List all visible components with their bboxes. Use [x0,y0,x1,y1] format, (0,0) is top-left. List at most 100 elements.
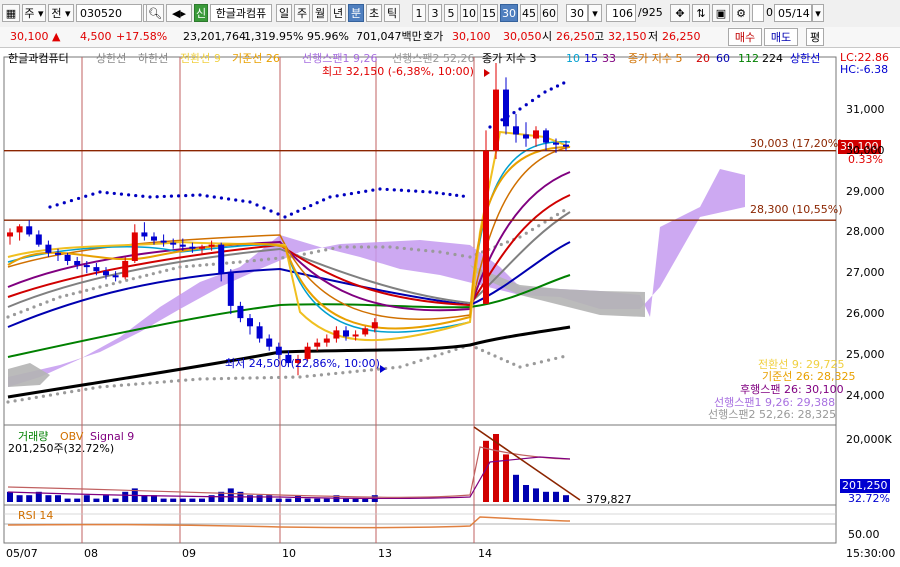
zoom-icon[interactable]: ▣ [712,4,730,22]
chart-menu-icon[interactable]: ▦ [2,4,20,22]
period-button-0[interactable]: 일 [276,4,292,22]
high-marker-icon [484,69,490,77]
interval-dropdown-icon[interactable]: ▾ [588,4,602,22]
band-dot [284,375,288,379]
candle-body [493,89,499,151]
band-dot [55,203,59,207]
buy-button[interactable]: 매수 [728,28,762,46]
band-dot [76,196,81,201]
x-axis-label: 05/07 [6,547,38,560]
stock-name: 한글과컴퓨 [210,4,272,22]
band-dot [71,292,75,296]
band-dot [447,350,451,354]
band-dot [555,84,560,88]
candle-body [160,240,167,243]
candle-body [563,144,569,147]
band-dot [6,315,10,319]
band-dot [65,293,69,297]
band-dot [145,273,149,277]
ichimoku-lead2-value: 선행스팬2 52,26: 28,325 [708,408,837,421]
period-button-3[interactable]: 년 [330,4,346,22]
band-dot [448,192,452,197]
band-dot [77,388,81,393]
volume-current-pct: 32.72% [848,492,890,505]
period-button-6[interactable]: 틱 [384,4,400,22]
date-input[interactable]: 05/14 [774,4,812,22]
volume-bar [256,495,263,502]
band-dot [34,395,38,399]
high-annotation: 최고 32,150 (-6,38%, 10:00) [322,65,474,78]
code-input[interactable]: 030520 [76,4,142,22]
period-button-5[interactable]: 초 [366,4,382,22]
candle-body [513,126,519,135]
band-dot [381,245,385,249]
band-dot [441,192,445,196]
speaker-icon[interactable]: ◀▸ [166,4,192,22]
chart-tool-icon[interactable]: ✥ [670,4,690,22]
candle-body [55,252,61,255]
volume-bar [227,488,234,502]
sell-button[interactable]: 매도 [764,28,798,46]
type-select[interactable]: 주 ▾ [22,4,46,22]
volume-bar [122,491,129,502]
band-dot [281,256,285,260]
band-dot [505,240,510,244]
period-button-4[interactable]: 분 [348,4,364,22]
band-dot [480,348,485,353]
low-annotation: 최저 24,500 (22,86%, 10:00) [225,357,380,370]
band-dot [428,190,432,194]
interval-button-30[interactable]: 30 [500,4,518,22]
prev-select[interactable]: 전 ▾ [48,4,74,22]
date-picker-icon[interactable]: ▾ [812,4,824,22]
band-dot [158,270,162,274]
candle-body [35,234,42,245]
interval-button-15[interactable]: 15 [480,4,498,22]
up-arrow-icon: ▲ [52,30,61,43]
search-icon[interactable]: 🔍︎ [146,4,164,22]
chart-area[interactable]: 한글과컴퓨터 상한선 하한선 전환선 9 기준선 26 선행스팬1 9,26 선… [0,47,900,564]
interval-button-1[interactable]: 1 [412,4,426,22]
band-dot [338,245,342,249]
band-dot [537,224,541,228]
band-dot [78,290,82,294]
band-dot [309,251,314,255]
band-dot [438,250,442,254]
interval-button-10[interactable]: 10 [460,4,478,22]
interval-button-5[interactable]: 5 [444,4,458,22]
candle-body [141,232,148,237]
period-button-1[interactable]: 주 [294,4,310,22]
interval-button-3[interactable]: 3 [428,4,442,22]
legend-base: 기준선 26 [232,52,280,65]
candle-body [227,273,234,306]
volume-current-box: 201,250 [840,479,890,493]
interval-select[interactable]: 30 [566,4,588,22]
candle-body [208,244,215,247]
eval-button[interactable]: 평 [806,28,824,46]
period-button-2[interactable]: 월 [312,4,328,22]
band-dot [259,258,264,262]
settings-icon[interactable]: ⚙ [732,4,750,22]
chart-split-icon[interactable]: ⇅ [692,4,710,22]
volume-pct: 1,319.95% [244,30,304,43]
count-total: /925 [638,6,663,19]
interval-button-45[interactable]: 45 [520,4,538,22]
count-input[interactable]: 106 [606,4,636,22]
band-dot [391,366,395,370]
legend-lead1: 선행스팬1 9,26 [302,52,378,65]
band-dot [171,267,175,271]
candle-body [179,244,186,247]
y-axis-label: 31,000 [846,102,885,116]
range-checkbox[interactable] [752,4,764,22]
band-dot [385,187,389,192]
candle-body [483,150,489,304]
interval-button-60[interactable]: 60 [540,4,558,22]
candlestick-chart[interactable] [0,47,900,564]
band-dot [499,242,503,247]
band-dot [212,377,216,381]
volume-max-label: 20,000K [846,433,892,446]
rsi-title: RSI 14 [18,509,54,522]
band-dot [316,249,321,253]
x-axis-label: 14 [478,547,492,560]
candle-body [371,322,378,329]
band-dot [409,247,414,251]
